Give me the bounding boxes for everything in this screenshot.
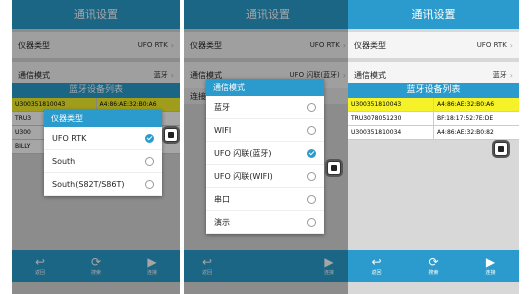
comm-mode-dialog: 通信模式 蓝牙 WIFI UFO 闪联(蓝牙) UFO 闪联(WIFI) 串口 … xyxy=(206,79,324,234)
option-south[interactable]: South xyxy=(44,150,162,173)
device-name: U300351810043 xyxy=(351,101,402,108)
floating-action-button[interactable] xyxy=(494,142,508,156)
option-label: 串口 xyxy=(214,194,230,204)
connect-button[interactable]: ▶ 连接 xyxy=(485,255,496,277)
option-south-s82t[interactable]: South(S82T/S86T) xyxy=(44,173,162,196)
dialog-title: 仪器类型 xyxy=(44,110,162,127)
radio-icon[interactable] xyxy=(307,171,316,181)
search-label: 搜索 xyxy=(428,270,439,276)
radio-icon[interactable] xyxy=(307,194,316,204)
option-label: 蓝牙 xyxy=(214,102,230,112)
page-title: 通讯设置 xyxy=(348,0,519,29)
option-ufo-rtk[interactable]: UFO RTK xyxy=(44,127,162,150)
refresh-icon: ⟳ xyxy=(428,255,439,269)
option-label: South xyxy=(52,156,76,166)
instrument-type-label: 仪器类型 xyxy=(354,40,386,50)
table-row[interactable]: U300351810034 A4:86:AE:32:B0:82 xyxy=(348,126,519,140)
device-name: U300351810034 xyxy=(351,129,402,136)
device-list-header: 蓝牙设备列表 xyxy=(348,83,519,98)
device-mac: BF:18:17:52:7E:DE xyxy=(433,112,519,125)
instrument-type-row[interactable]: 仪器类型 UFO RTK › xyxy=(348,32,519,58)
radio-icon[interactable] xyxy=(307,125,316,135)
back-button[interactable]: ↩ 返回 xyxy=(371,255,382,277)
option-label: WIFI xyxy=(214,125,232,135)
radio-icon[interactable] xyxy=(145,156,154,166)
option-ufo-bluetooth[interactable]: UFO 闪联(蓝牙) xyxy=(206,142,324,165)
screen-device-list: 通讯设置 仪器类型 UFO RTK › 通信模式 蓝牙 › 蓝牙设备列表 U30… xyxy=(348,0,519,294)
device-name: TRU3078051230 xyxy=(351,115,402,122)
option-label: 演示 xyxy=(214,217,230,227)
radio-checked-icon[interactable] xyxy=(145,133,154,143)
device-mac: A4:86:AE:32:B0:82 xyxy=(433,126,519,139)
chevron-right-icon: › xyxy=(509,70,513,80)
search-button[interactable]: ⟳ 搜索 xyxy=(428,255,439,277)
device-mac: A4:86:AE:32:B0:A6 xyxy=(433,98,519,111)
comm-mode-label: 通信模式 xyxy=(354,70,386,80)
dialog-title: 通信模式 xyxy=(206,79,324,96)
option-wifi[interactable]: WIFI xyxy=(206,119,324,142)
bottom-toolbar: ↩ 返回 ⟳ 搜索 ▶ 连接 xyxy=(348,250,519,282)
play-icon: ▶ xyxy=(485,255,496,269)
option-label: UFO RTK xyxy=(52,133,87,143)
radio-icon[interactable] xyxy=(145,179,154,189)
option-serial[interactable]: 串口 xyxy=(206,188,324,211)
back-label: 返回 xyxy=(371,270,382,276)
option-label: UFO 闪联(蓝牙) xyxy=(214,148,272,158)
option-bluetooth[interactable]: 蓝牙 xyxy=(206,96,324,119)
instrument-type-dialog: 仪器类型 UFO RTK South South(S82T/S86T) xyxy=(44,110,162,196)
back-arrow-icon: ↩ xyxy=(371,255,382,269)
connect-label: 连接 xyxy=(485,270,496,276)
option-ufo-wifi[interactable]: UFO 闪联(WIFI) xyxy=(206,165,324,188)
radio-icon[interactable] xyxy=(307,217,316,227)
option-demo[interactable]: 演示 xyxy=(206,211,324,234)
radio-checked-icon[interactable] xyxy=(307,148,316,158)
table-row[interactable]: U300351810043 A4:86:AE:32:B0:A6 xyxy=(348,98,519,112)
floating-action-button[interactable] xyxy=(164,128,178,142)
instrument-type-value: UFO RTK xyxy=(476,41,507,49)
floating-action-button[interactable] xyxy=(327,161,341,175)
option-label: UFO 闪联(WIFI) xyxy=(214,171,273,181)
comm-mode-value: 蓝牙 xyxy=(492,71,507,79)
radio-icon[interactable] xyxy=(307,102,316,112)
chevron-right-icon: › xyxy=(509,40,513,50)
option-label: South(S82T/S86T) xyxy=(52,179,125,189)
table-row[interactable]: TRU3078051230 BF:18:17:52:7E:DE xyxy=(348,112,519,126)
